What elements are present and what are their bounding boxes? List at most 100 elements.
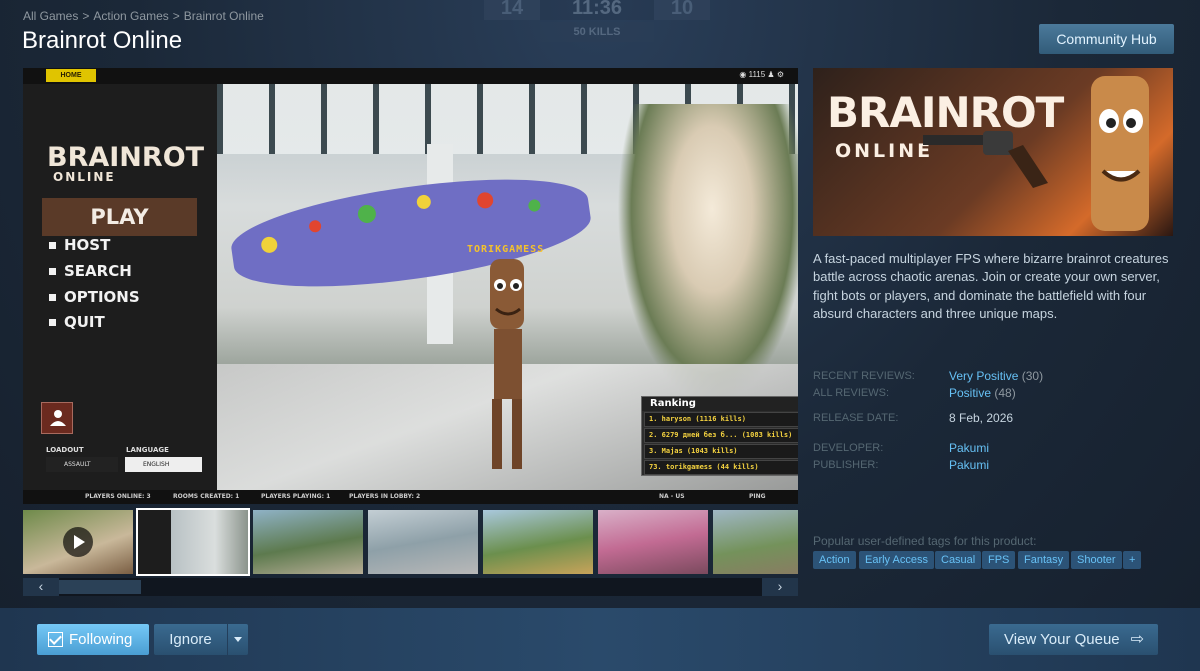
breadcrumb-all-games[interactable]: All Games bbox=[23, 9, 78, 23]
ranking-panel: Ranking 1. haryson (1116 kills) 2. 6279 … bbox=[641, 396, 798, 476]
ignore-button[interactable]: Ignore bbox=[154, 624, 227, 655]
tag-action[interactable]: Action bbox=[813, 551, 856, 569]
scoreboard-kills-goal: 50 KILLS bbox=[540, 22, 654, 42]
game-logo-title: BRAINROT bbox=[47, 142, 205, 173]
breadcrumb-action-games[interactable]: Action Games bbox=[93, 9, 168, 23]
recent-reviews-summary[interactable]: Very Positive bbox=[949, 369, 1018, 383]
status-rooms-created: ROOMS CREATED: 1 bbox=[173, 493, 240, 500]
all-reviews-label: ALL REVIEWS: bbox=[813, 387, 890, 399]
status-players-playing: PLAYERS PLAYING: 1 bbox=[261, 493, 331, 500]
breadcrumb: All Games > Action Games > Brainrot Online bbox=[23, 9, 264, 23]
scoreboard-clock: 11:36 bbox=[540, 0, 654, 20]
ignore-dropdown-button[interactable] bbox=[228, 624, 248, 655]
ranking-row: 3. Majas (1043 kills) bbox=[644, 444, 798, 459]
thumbnail-strip bbox=[23, 508, 798, 576]
game-scene: TORIKGAMESS Ranking 1. haryson (1116 kil… bbox=[217, 84, 798, 490]
all-reviews-row: ALL REVIEWS: Positive (48) bbox=[813, 386, 1173, 404]
release-date-label: RELEASE DATE: bbox=[813, 412, 899, 424]
publisher-link[interactable]: Pakumi bbox=[949, 458, 989, 472]
all-reviews-value[interactable]: Positive (48) bbox=[949, 386, 1016, 400]
all-reviews-summary[interactable]: Positive bbox=[949, 386, 991, 400]
tags-label: Popular user-defined tags for this produ… bbox=[813, 534, 1037, 548]
tag-early-access[interactable]: Early Access bbox=[859, 551, 934, 569]
game-menu-host: HOST bbox=[49, 236, 110, 254]
recent-reviews-value[interactable]: Very Positive (30) bbox=[949, 369, 1043, 383]
scene-giant-statue bbox=[617, 104, 798, 404]
game-play-button: PLAY bbox=[42, 198, 197, 236]
overlay-scoreboard: 14 11:36 10 50 KILLS bbox=[484, 0, 710, 44]
revolver-icon bbox=[923, 131, 1048, 188]
game-logo-subtitle: ONLINE bbox=[53, 170, 116, 184]
ring-dot bbox=[260, 235, 279, 254]
ring-dot bbox=[356, 203, 378, 225]
arrow-right-icon: ⇨ bbox=[1130, 631, 1144, 648]
community-hub-button[interactable]: Community Hub bbox=[1039, 24, 1174, 54]
scoreboard-right-score: 10 bbox=[654, 0, 710, 20]
scene-player-nametag: TORIKGAMESS bbox=[467, 244, 545, 255]
release-date-value: 8 Feb, 2026 bbox=[949, 411, 1014, 425]
game-menu-search: SEARCH bbox=[49, 262, 132, 280]
thumbnail-selected[interactable] bbox=[136, 508, 250, 576]
scrollbar-thumb[interactable] bbox=[59, 580, 141, 594]
thumbnail[interactable] bbox=[483, 510, 593, 574]
thumbnail[interactable] bbox=[253, 510, 363, 574]
game-top-bar: HOME ◉ 1115 ♟ ⚙ bbox=[23, 68, 798, 84]
breadcrumb-separator: > bbox=[172, 9, 180, 23]
page-title: Brainrot Online bbox=[22, 27, 183, 54]
release-date-row: RELEASE DATE: 8 Feb, 2026 bbox=[813, 411, 1173, 429]
ring-dot bbox=[308, 219, 322, 234]
wood-character-icon bbox=[1091, 76, 1149, 231]
tag-casual[interactable]: Casual bbox=[935, 551, 982, 569]
ring-dot bbox=[476, 191, 495, 210]
game-top-icons: ◉ 1115 ♟ ⚙ bbox=[739, 70, 784, 79]
scroll-left-button[interactable]: ‹ bbox=[23, 578, 59, 596]
tag-fps[interactable]: FPS bbox=[982, 551, 1016, 569]
game-menu-panel: BRAINROT ONLINE PLAY HOST SEARCH OPTIONS… bbox=[23, 84, 217, 490]
capsule-subtitle: ONLINE bbox=[835, 140, 934, 162]
ranking-title: Ranking bbox=[642, 397, 798, 411]
scoreboard-left-score: 14 bbox=[484, 0, 540, 20]
game-description: A fast-paced multiplayer FPS where bizar… bbox=[813, 251, 1169, 321]
play-video-icon[interactable] bbox=[63, 527, 93, 557]
game-loadout-select: ASSAULT bbox=[46, 457, 118, 472]
thumbnail[interactable] bbox=[713, 510, 798, 574]
checkbox-checked-icon bbox=[48, 632, 63, 647]
developer-label: DEVELOPER: bbox=[813, 442, 884, 454]
tag-shooter[interactable]: Shooter bbox=[1071, 551, 1122, 569]
breadcrumb-separator: > bbox=[82, 9, 90, 23]
game-menu-options: OPTIONS bbox=[49, 288, 140, 306]
thumbnail-scrollbar[interactable]: ‹ › bbox=[23, 578, 798, 596]
user-icon bbox=[50, 410, 66, 426]
game-language-label: LANGUAGE bbox=[126, 446, 169, 454]
view-queue-label: View Your Queue bbox=[1004, 631, 1120, 648]
tag-fantasy[interactable]: Fantasy bbox=[1018, 551, 1070, 569]
following-button[interactable]: Following bbox=[37, 624, 149, 655]
thumbnail[interactable] bbox=[368, 510, 478, 574]
game-avatar bbox=[41, 402, 73, 434]
status-ping: PING bbox=[749, 493, 766, 500]
main-screenshot-viewer[interactable]: HOME ◉ 1115 ♟ ⚙ BRAINROT ONLINE PLAY HOS… bbox=[23, 68, 798, 504]
thumbnail[interactable] bbox=[598, 510, 708, 574]
queue-action-bar: Following Ignore View Your Queue ⇨ bbox=[0, 608, 1200, 671]
tag-more-button[interactable]: + bbox=[1123, 551, 1142, 569]
publisher-row: PUBLISHER: Pakumi bbox=[813, 458, 1173, 476]
developer-link[interactable]: Pakumi bbox=[949, 441, 989, 455]
game-menu-quit: QUIT bbox=[49, 313, 105, 331]
game-home-tab: HOME bbox=[46, 69, 96, 82]
scroll-right-button[interactable]: › bbox=[762, 578, 798, 596]
view-queue-button[interactable]: View Your Queue ⇨ bbox=[989, 624, 1158, 655]
recent-reviews-row: RECENT REVIEWS: Very Positive (30) bbox=[813, 369, 1173, 387]
ranking-row: 73. torikgamess (44 kills) bbox=[644, 460, 798, 475]
wood-character-icon bbox=[490, 259, 524, 469]
publisher-label: PUBLISHER: bbox=[813, 459, 879, 471]
all-reviews-count: (48) bbox=[994, 386, 1016, 400]
recent-reviews-label: RECENT REVIEWS: bbox=[813, 370, 915, 382]
game-status-bar: PLAYERS ONLINE: 3 ROOMS CREATED: 1 PLAYE… bbox=[23, 490, 798, 504]
developer-row: DEVELOPER: Pakumi bbox=[813, 441, 1173, 459]
status-players-online: PLAYERS ONLINE: 3 bbox=[85, 493, 151, 500]
game-player-count: 1115 bbox=[748, 70, 766, 79]
ranking-row: 1. haryson (1116 kills) bbox=[644, 412, 798, 427]
thumbnail-video[interactable] bbox=[23, 510, 133, 574]
recent-reviews-count: (30) bbox=[1021, 369, 1044, 383]
breadcrumb-current-game[interactable]: Brainrot Online bbox=[184, 9, 264, 23]
